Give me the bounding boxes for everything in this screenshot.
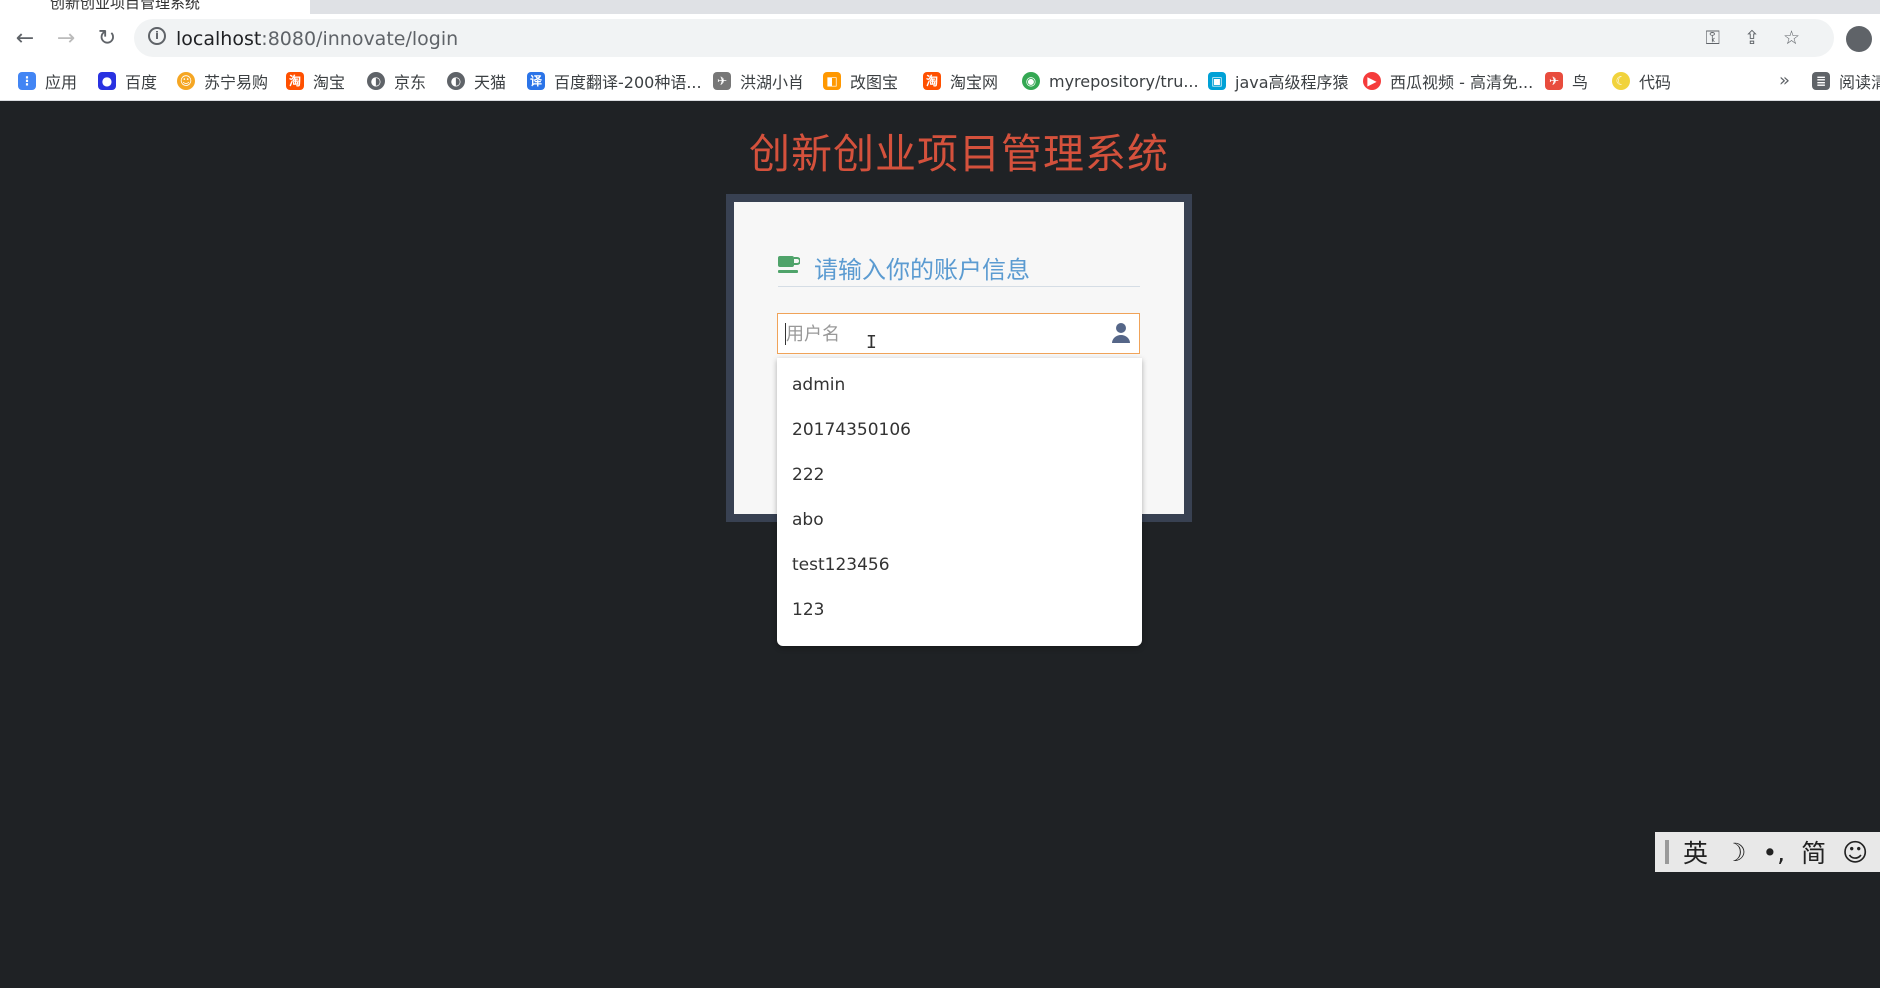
smiley-icon[interactable]: ☺ — [1842, 838, 1868, 867]
reload-icon[interactable]: ↻ — [92, 24, 122, 54]
globe-icon: ◐ — [367, 72, 385, 90]
back-icon[interactable]: ← — [10, 24, 40, 54]
taobao-icon: 淘 — [286, 72, 304, 90]
apps-grid-icon: ⋮ — [18, 72, 36, 90]
autocomplete-dropdown: admin 20174350106 222 abo test123456 123 — [777, 358, 1142, 646]
xigua-icon: ▶ — [1363, 72, 1381, 90]
translate-icon: 译 — [527, 72, 545, 90]
login-header: 请输入你的账户信息 — [778, 246, 1140, 287]
autocomplete-option[interactable]: 20174350106 — [777, 408, 1142, 453]
bookmark-item[interactable]: ◐ 天猫 — [447, 68, 506, 94]
ime-toolbar: 英 ☽ •, 简 ☺ — [1655, 832, 1880, 872]
bookmark-item[interactable]: ◧ 改图宝 — [823, 68, 898, 94]
bookmark-item[interactable]: 淘淘宝网 — [923, 68, 998, 94]
bookmarks-overflow-icon[interactable]: » — [1779, 70, 1790, 91]
bookmark-item[interactable]: ✈ 洪湖小肖 — [713, 68, 804, 94]
username-field[interactable]: I — [777, 313, 1140, 355]
bookmarks-bar: ⋮ 应用 ● 百度 ☺ 苏宁易购 淘淘宝 ◐ 京东 ◐ 天猫 译百度翻译-200种语...… — [0, 62, 1880, 101]
reading-list-button[interactable]: ≣ 阅读清 — [1812, 68, 1880, 94]
text-caret — [785, 323, 786, 345]
moon-icon[interactable]: ☽ — [1724, 838, 1746, 867]
bookmark-item[interactable]: 译百度翻译-200种语... — [527, 68, 702, 94]
star-icon[interactable]: ☆ — [1783, 27, 1800, 49]
bookmark-item[interactable]: 淘淘宝 — [286, 68, 345, 94]
taobao-icon: 淘 — [923, 72, 941, 90]
login-header-text: 请输入你的账户信息 — [814, 256, 1030, 284]
share-icon[interactable]: ⇪ — [1744, 27, 1760, 49]
chrome-icon: ◉ — [1022, 72, 1040, 90]
reading-list-icon: ≣ — [1812, 72, 1830, 90]
ime-punctuation-toggle[interactable]: •, — [1762, 838, 1785, 867]
moon-icon: ☾ — [1612, 72, 1630, 90]
globe-icon: ◐ — [447, 72, 465, 90]
autocomplete-option[interactable]: abo — [777, 498, 1142, 543]
gaitubao-icon: ◧ — [823, 72, 841, 90]
coffee-cup-icon — [778, 256, 800, 273]
bilibili-icon: ▣ — [1208, 72, 1226, 90]
bookmark-item[interactable]: ◉ myrepository/tru... — [1022, 68, 1199, 94]
site-info-icon[interactable]: i — [148, 27, 166, 45]
url-text[interactable]: localhost:8080/innovate/login — [176, 28, 458, 50]
browser-tab[interactable]: 创新创业项目管理系统 — [0, 0, 310, 14]
forward-icon[interactable]: → — [51, 24, 81, 54]
autocomplete-option[interactable]: admin — [777, 363, 1142, 408]
bird-icon: ✈ — [1545, 72, 1563, 90]
bookmark-item[interactable]: ✈ 鸟 — [1545, 68, 1588, 94]
user-icon — [1112, 323, 1130, 343]
page-title: 创新创业项目管理系统 — [749, 130, 1169, 178]
key-icon[interactable]: ⚿ — [1706, 27, 1720, 49]
address-bar[interactable]: i localhost:8080/innovate/login ⚿ ⇪ ☆ — [134, 19, 1834, 57]
bookmark-item[interactable]: ☾ 代码 — [1612, 68, 1671, 94]
bookmark-item[interactable]: ⋮ 应用 — [18, 68, 77, 94]
tab-title: 创新创业项目管理系统 — [50, 0, 201, 12]
text-cursor-icon: I — [866, 332, 877, 353]
bookmark-item[interactable]: ☺ 苏宁易购 — [177, 68, 268, 94]
autocomplete-option[interactable]: test123456 — [777, 543, 1142, 588]
ime-language-toggle[interactable]: 英 — [1683, 834, 1708, 870]
bookmark-item[interactable]: ▣ java高级程序猿 — [1208, 68, 1349, 94]
bird-icon: ✈ — [713, 72, 731, 90]
profile-avatar-icon[interactable] — [1846, 26, 1872, 52]
autocomplete-option[interactable]: 123 — [777, 588, 1142, 633]
autocomplete-option[interactable]: 222 — [777, 453, 1142, 498]
bookmark-item[interactable]: ● 百度 — [98, 68, 157, 94]
baidu-paw-icon: ● — [98, 72, 116, 90]
username-input[interactable] — [778, 314, 1108, 355]
bookmark-item[interactable]: ◐ 京东 — [367, 68, 426, 94]
ime-drag-handle[interactable] — [1665, 840, 1669, 864]
browser-toolbar: ← → ↻ i localhost:8080/innovate/login ⚿ … — [0, 14, 1880, 62]
suning-icon: ☺ — [177, 72, 195, 90]
tab-strip: 创新创业项目管理系统 — [0, 0, 1880, 14]
ime-script-toggle[interactable]: 简 — [1801, 834, 1826, 870]
bookmark-item[interactable]: ▶ 西瓜视频 - 高清免... — [1363, 68, 1533, 94]
